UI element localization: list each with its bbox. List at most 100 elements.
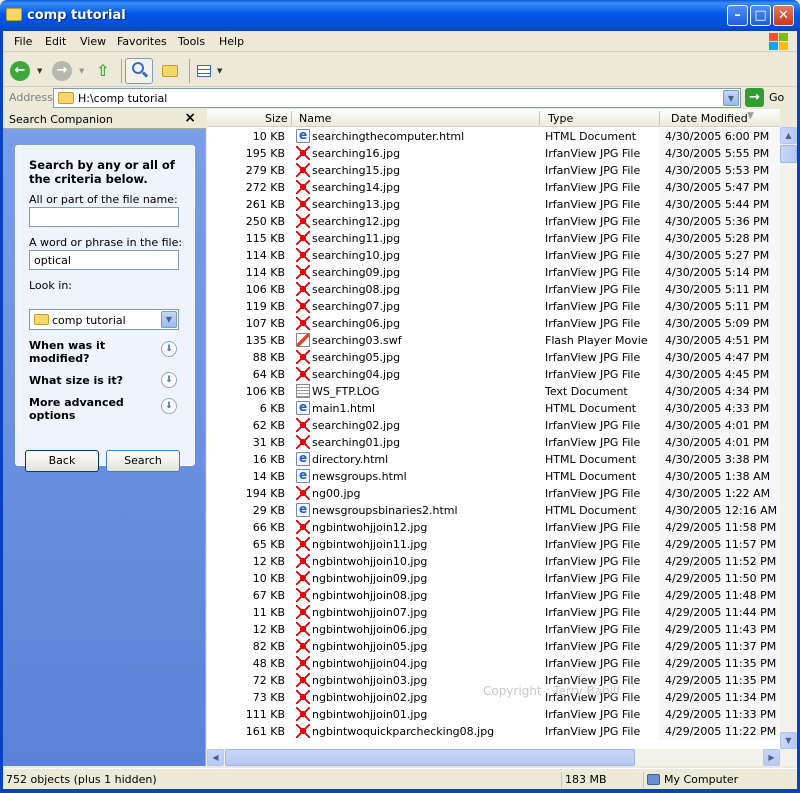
file-name[interactable]: ngbintwohjjoin07.jpg (312, 606, 427, 619)
file-name[interactable]: searching10.jpg (312, 249, 400, 262)
table-row[interactable]: 10 KB ngbintwohjjoin09.jpg IrfanView JPG F… (207, 570, 780, 587)
vertical-scroll-thumb[interactable] (780, 145, 797, 163)
menu-help[interactable]: Help (219, 35, 244, 48)
table-row[interactable]: 66 KB ngbintwohjjoin12.jpg IrfanView JPG F… (207, 519, 780, 536)
table-row[interactable]: 106 KB searching08.jpg IrfanView JPG File 4… (207, 281, 780, 298)
menu-view[interactable]: View (80, 35, 106, 48)
expand-chevron-icon[interactable]: ⇓ (161, 372, 177, 388)
views-dropdown-icon[interactable]: ▼ (217, 67, 222, 75)
expand-chevron-icon[interactable]: ⇓ (161, 398, 177, 414)
title-bar[interactable]: comp tutorial – □ ✕ (0, 0, 800, 31)
folders-button[interactable] (157, 58, 183, 84)
file-list[interactable]: Size Name Type Date Modified ▼ 10 KB sear… (207, 109, 780, 749)
phrase-input[interactable]: optical (29, 250, 179, 270)
table-row[interactable]: 12 KB ngbintwohjjoin06.jpg IrfanView JPG F… (207, 621, 780, 638)
table-row[interactable]: 65 KB ngbintwohjjoin11.jpg IrfanView JPG F… (207, 536, 780, 553)
menu-edit[interactable]: Edit (45, 35, 66, 48)
forward-nav-button[interactable]: → (49, 58, 75, 84)
views-button[interactable] (193, 58, 219, 84)
maximize-button[interactable]: □ (750, 5, 771, 26)
file-name[interactable]: searching03.swf (312, 334, 402, 347)
table-row[interactable]: 194 KB ng00.jpg IrfanView JPG File 4/30/200… (207, 485, 780, 502)
look-in-select[interactable]: comp tutorial ▼ (29, 309, 179, 330)
table-row[interactable]: 114 KB searching09.jpg IrfanView JPG File 4… (207, 264, 780, 281)
table-row[interactable]: 10 KB searchingthecomputer.html HTML Docum… (207, 128, 780, 145)
file-name[interactable]: searching02.jpg (312, 419, 400, 432)
scroll-down-icon[interactable]: ▼ (780, 732, 797, 749)
table-row[interactable]: 12 KB ngbintwohjjoin10.jpg IrfanView JPG F… (207, 553, 780, 570)
file-name[interactable]: ngbintwoquickparchecking08.jpg (312, 725, 494, 738)
go-arrow-icon[interactable]: → (745, 88, 764, 107)
file-name[interactable]: searching07.jpg (312, 300, 400, 313)
vertical-scrollbar[interactable]: ▲ ▼ (780, 127, 797, 749)
file-name[interactable]: newsgroups.html (312, 470, 407, 483)
file-name[interactable]: searching08.jpg (312, 283, 400, 296)
file-name[interactable]: ng00.jpg (312, 487, 360, 500)
modified-option[interactable]: When was it modified? (29, 339, 159, 365)
address-input[interactable]: H:\comp tutorial ▼ (53, 88, 741, 108)
table-row[interactable]: 119 KB searching07.jpg IrfanView JPG File 4… (207, 298, 780, 315)
close-button[interactable]: ✕ (773, 5, 794, 26)
forward-dropdown-icon[interactable]: ▼ (79, 67, 84, 75)
table-row[interactable]: 111 KB ngbintwohjjoin01.jpg IrfanView JPG … (207, 706, 780, 723)
table-row[interactable]: 67 KB ngbintwohjjoin08.jpg IrfanView JPG F… (207, 587, 780, 604)
size-option[interactable]: What size is it? (29, 374, 159, 387)
filename-input[interactable] (29, 207, 179, 227)
address-dropdown-icon[interactable]: ▼ (723, 90, 739, 106)
back-button[interactable]: Back (25, 450, 99, 472)
file-name[interactable]: searching11.jpg (312, 232, 400, 245)
file-name[interactable]: ngbintwohjjoin09.jpg (312, 572, 427, 585)
table-row[interactable]: 261 KB searching13.jpg IrfanView JPG File 4… (207, 196, 780, 213)
up-folder-button[interactable]: ⇧ (91, 58, 117, 84)
file-name[interactable]: ngbintwohjjoin04.jpg (312, 657, 427, 670)
expand-chevron-icon[interactable]: ⇓ (161, 341, 177, 357)
table-row[interactable]: 106 KB WS_FTP.LOG Text Document 4/30/2005 4… (207, 383, 780, 400)
table-row[interactable]: 82 KB ngbintwohjjoin05.jpg IrfanView JPG F… (207, 638, 780, 655)
name-column-header[interactable]: Name (299, 112, 331, 125)
table-row[interactable]: 6 KB main1.html HTML Document 4/30/2005 4:3… (207, 400, 780, 417)
table-row[interactable]: 279 KB searching15.jpg IrfanView JPG File 4… (207, 162, 780, 179)
scroll-left-icon[interactable]: ◀ (207, 749, 224, 766)
back-dropdown-icon[interactable]: ▼ (37, 67, 42, 75)
date-column-header[interactable]: Date Modified (671, 112, 748, 125)
menu-file[interactable]: File (14, 35, 32, 48)
advanced-option[interactable]: More advanced options (29, 396, 159, 422)
close-pane-icon[interactable]: × (184, 110, 196, 126)
file-name[interactable]: ngbintwohjjoin12.jpg (312, 521, 427, 534)
file-name[interactable]: ngbintwohjjoin03.jpg (312, 674, 427, 687)
file-name[interactable]: searching12.jpg (312, 215, 400, 228)
file-name[interactable]: searching01.jpg (312, 436, 400, 449)
file-name[interactable]: ngbintwohjjoin10.jpg (312, 555, 427, 568)
table-row[interactable]: 250 KB searching12.jpg IrfanView JPG File 4… (207, 213, 780, 230)
search-button[interactable]: Search (106, 450, 180, 472)
menu-favorites[interactable]: Favorites (117, 35, 167, 48)
chevron-down-icon[interactable]: ▼ (161, 311, 177, 328)
file-name[interactable]: ngbintwohjjoin05.jpg (312, 640, 427, 653)
file-name[interactable]: searching04.jpg (312, 368, 400, 381)
size-column-header[interactable]: Size (265, 112, 288, 125)
table-row[interactable]: 114 KB searching10.jpg IrfanView JPG File 4… (207, 247, 780, 264)
table-row[interactable]: 195 KB searching16.jpg IrfanView JPG File 4… (207, 145, 780, 162)
search-toolbar-button[interactable] (125, 58, 153, 84)
scroll-up-icon[interactable]: ▲ (780, 127, 797, 144)
table-row[interactable]: 88 KB searching05.jpg IrfanView JPG File 4/… (207, 349, 780, 366)
table-row[interactable]: 64 KB searching04.jpg IrfanView JPG File 4/… (207, 366, 780, 383)
table-row[interactable]: 107 KB searching06.jpg IrfanView JPG File 4… (207, 315, 780, 332)
table-row[interactable]: 62 KB searching02.jpg IrfanView JPG File 4/… (207, 417, 780, 434)
go-button[interactable]: Go (769, 91, 784, 104)
back-nav-button[interactable]: ← (7, 58, 33, 84)
table-row[interactable]: 16 KB directory.html HTML Document 4/30/200… (207, 451, 780, 468)
table-row[interactable]: 11 KB ngbintwohjjoin07.jpg IrfanView JPG F… (207, 604, 780, 621)
file-name[interactable]: ngbintwohjjoin02.jpg (312, 691, 427, 704)
file-name[interactable]: ngbintwohjjoin11.jpg (312, 538, 427, 551)
file-name[interactable]: searching13.jpg (312, 198, 400, 211)
horizontal-scrollbar[interactable]: ◀ ▶ (207, 749, 797, 766)
menu-tools[interactable]: Tools (178, 35, 205, 48)
file-name[interactable]: searching09.jpg (312, 266, 400, 279)
file-name[interactable]: searching15.jpg (312, 164, 400, 177)
horizontal-scroll-thumb[interactable] (225, 749, 635, 766)
file-name[interactable]: newsgroupsbinaries2.html (312, 504, 458, 517)
type-column-header[interactable]: Type (548, 112, 573, 125)
file-name[interactable]: searching14.jpg (312, 181, 400, 194)
file-name[interactable]: searching16.jpg (312, 147, 400, 160)
